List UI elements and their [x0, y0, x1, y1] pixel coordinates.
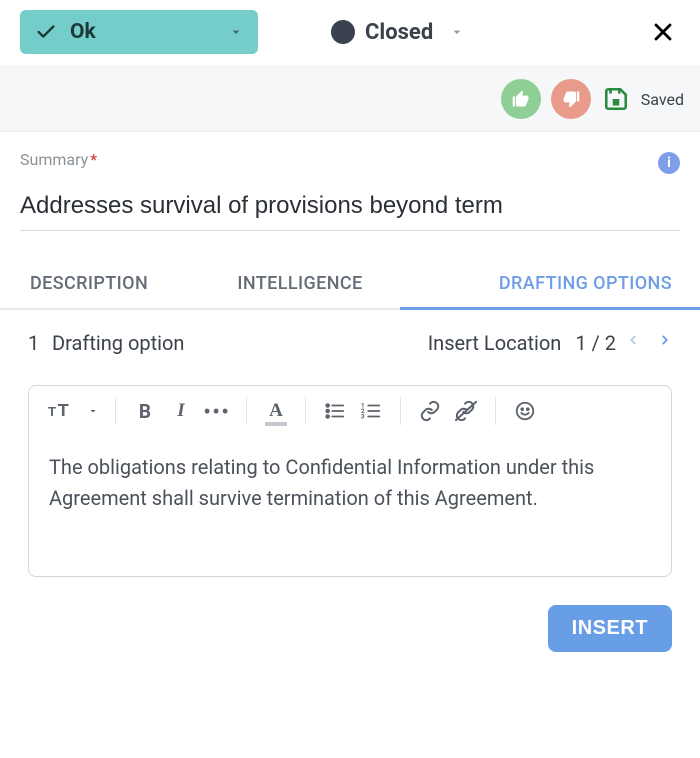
bold-button[interactable]: B	[130, 396, 160, 426]
italic-button[interactable]: I	[166, 396, 196, 426]
saved-label: Saved	[641, 90, 684, 109]
status-dot-icon	[331, 20, 355, 44]
prev-location-button[interactable]	[626, 330, 640, 355]
numbered-list-button[interactable]: 123	[356, 396, 386, 426]
text-color-button[interactable]: A	[261, 396, 291, 426]
save-icon	[601, 84, 631, 114]
toolbar-separator	[400, 397, 401, 425]
editor-toolbar: TT B I ••• A 123	[29, 386, 671, 436]
summary-label: Summary*	[20, 150, 680, 169]
drafting-count: 1	[28, 331, 46, 355]
emoji-button[interactable]	[510, 396, 540, 426]
toolbar-separator	[495, 397, 496, 425]
toolbar-separator	[305, 397, 306, 425]
tab-intelligence[interactable]: INTELLIGENCE	[200, 261, 400, 308]
summary-input[interactable]	[20, 182, 680, 231]
check-icon	[34, 20, 58, 44]
drafting-count-label: Drafting option	[52, 331, 184, 355]
location-current: 1	[575, 331, 586, 355]
tab-drafting-options[interactable]: DRAFTING OPTIONS	[400, 261, 700, 308]
close-button[interactable]	[646, 15, 680, 49]
status-ok-label: Ok	[70, 20, 96, 44]
location-sep: /	[587, 331, 605, 355]
toolbar-separator	[246, 397, 247, 425]
drafting-text-area[interactable]: The obligations relating to Confidential…	[29, 436, 671, 576]
toolbar-separator	[115, 397, 116, 425]
insert-location-label: Insert Location	[428, 331, 562, 355]
unlink-button[interactable]	[451, 396, 481, 426]
thumbs-down-button[interactable]	[551, 79, 591, 119]
status-ok-dropdown[interactable]: Ok	[20, 10, 258, 54]
thumbs-up-button[interactable]	[501, 79, 541, 119]
chevron-down-icon	[228, 24, 244, 40]
state-closed-label: Closed	[365, 20, 433, 45]
bullet-list-button[interactable]	[320, 396, 350, 426]
text-size-button[interactable]: TT	[43, 396, 79, 426]
location-total: 2	[605, 331, 616, 355]
next-location-button[interactable]	[658, 330, 672, 355]
link-button[interactable]	[415, 396, 445, 426]
svg-text:3: 3	[361, 412, 365, 420]
text-size-chevron-icon[interactable]	[85, 396, 101, 426]
svg-text:T: T	[48, 404, 56, 419]
insert-button[interactable]: INSERT	[548, 605, 672, 652]
svg-text:T: T	[58, 401, 69, 420]
tab-description[interactable]: DESCRIPTION	[0, 261, 200, 308]
state-closed-dropdown[interactable]: Closed	[276, 10, 465, 54]
info-button[interactable]: i	[658, 152, 680, 174]
drafting-editor: TT B I ••• A 123	[28, 385, 672, 577]
more-formatting-button[interactable]: •••	[202, 396, 232, 426]
chevron-down-icon	[449, 24, 465, 40]
